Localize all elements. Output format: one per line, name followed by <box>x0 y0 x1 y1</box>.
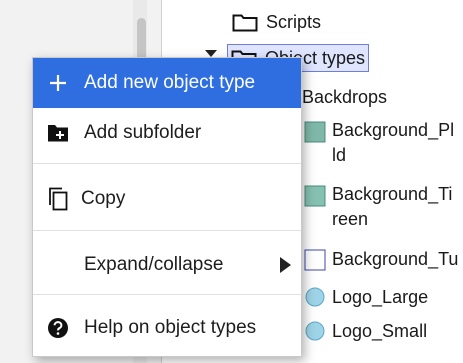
menu-item-label: Expand/collapse <box>84 254 224 275</box>
tree-item-label: Scripts <box>266 12 322 32</box>
menu-item-help[interactable]: Help on object types <box>33 304 301 352</box>
tree-item-logo-large[interactable]: Logo_Large <box>304 284 428 310</box>
menu-item-add-subfolder[interactable]: Add subfolder <box>33 108 301 158</box>
menu-separator <box>33 163 301 164</box>
add-folder-icon <box>47 122 69 144</box>
tree-item-background-ti[interactable]: Background_Ti reen <box>304 182 452 232</box>
tree-item-label: Backdrops <box>302 87 388 107</box>
submenu-arrow-icon <box>280 257 291 273</box>
context-menu: Add new object type Add subfolder Copy E… <box>32 57 302 357</box>
logo-sprite-icon <box>305 321 325 341</box>
menu-item-add-new-object-type[interactable]: Add new object type <box>33 58 301 108</box>
menu-separator <box>33 230 301 231</box>
copy-icon <box>47 187 69 211</box>
plus-icon <box>47 72 69 94</box>
menu-item-label: Add subfolder <box>84 122 202 143</box>
tree-item-label: Background_Ti reen <box>332 184 453 229</box>
tree-item-label: Logo_Small <box>332 321 428 341</box>
folder-icon <box>232 14 258 32</box>
tree-item-label: Background_Tu <box>332 249 459 269</box>
tree-item-background-pl[interactable]: Background_Pl ld <box>304 118 454 168</box>
menu-separator <box>33 294 301 295</box>
sprite-icon <box>304 249 326 271</box>
sprite-icon <box>304 121 326 143</box>
menu-item-expand-collapse[interactable]: Expand/collapse <box>33 240 301 290</box>
help-icon <box>47 317 69 339</box>
menu-item-label: Help on object types <box>84 317 257 338</box>
tree-item-label: Logo_Large <box>332 287 429 307</box>
collapse-arrow-icon[interactable] <box>205 50 217 57</box>
tree-item-label: Background_Pl ld <box>332 120 455 165</box>
tree-item-background-tu[interactable]: Background_Tu <box>304 246 458 272</box>
menu-item-label: Add new object type <box>84 72 256 93</box>
menu-item-label: Copy <box>81 188 126 209</box>
sprite-icon <box>304 185 326 207</box>
menu-item-copy[interactable]: Copy <box>33 173 301 225</box>
logo-sprite-icon <box>305 287 325 307</box>
tree-item-scripts[interactable]: Scripts <box>232 9 321 35</box>
tree-item-logo-small[interactable]: Logo_Small <box>304 318 427 344</box>
